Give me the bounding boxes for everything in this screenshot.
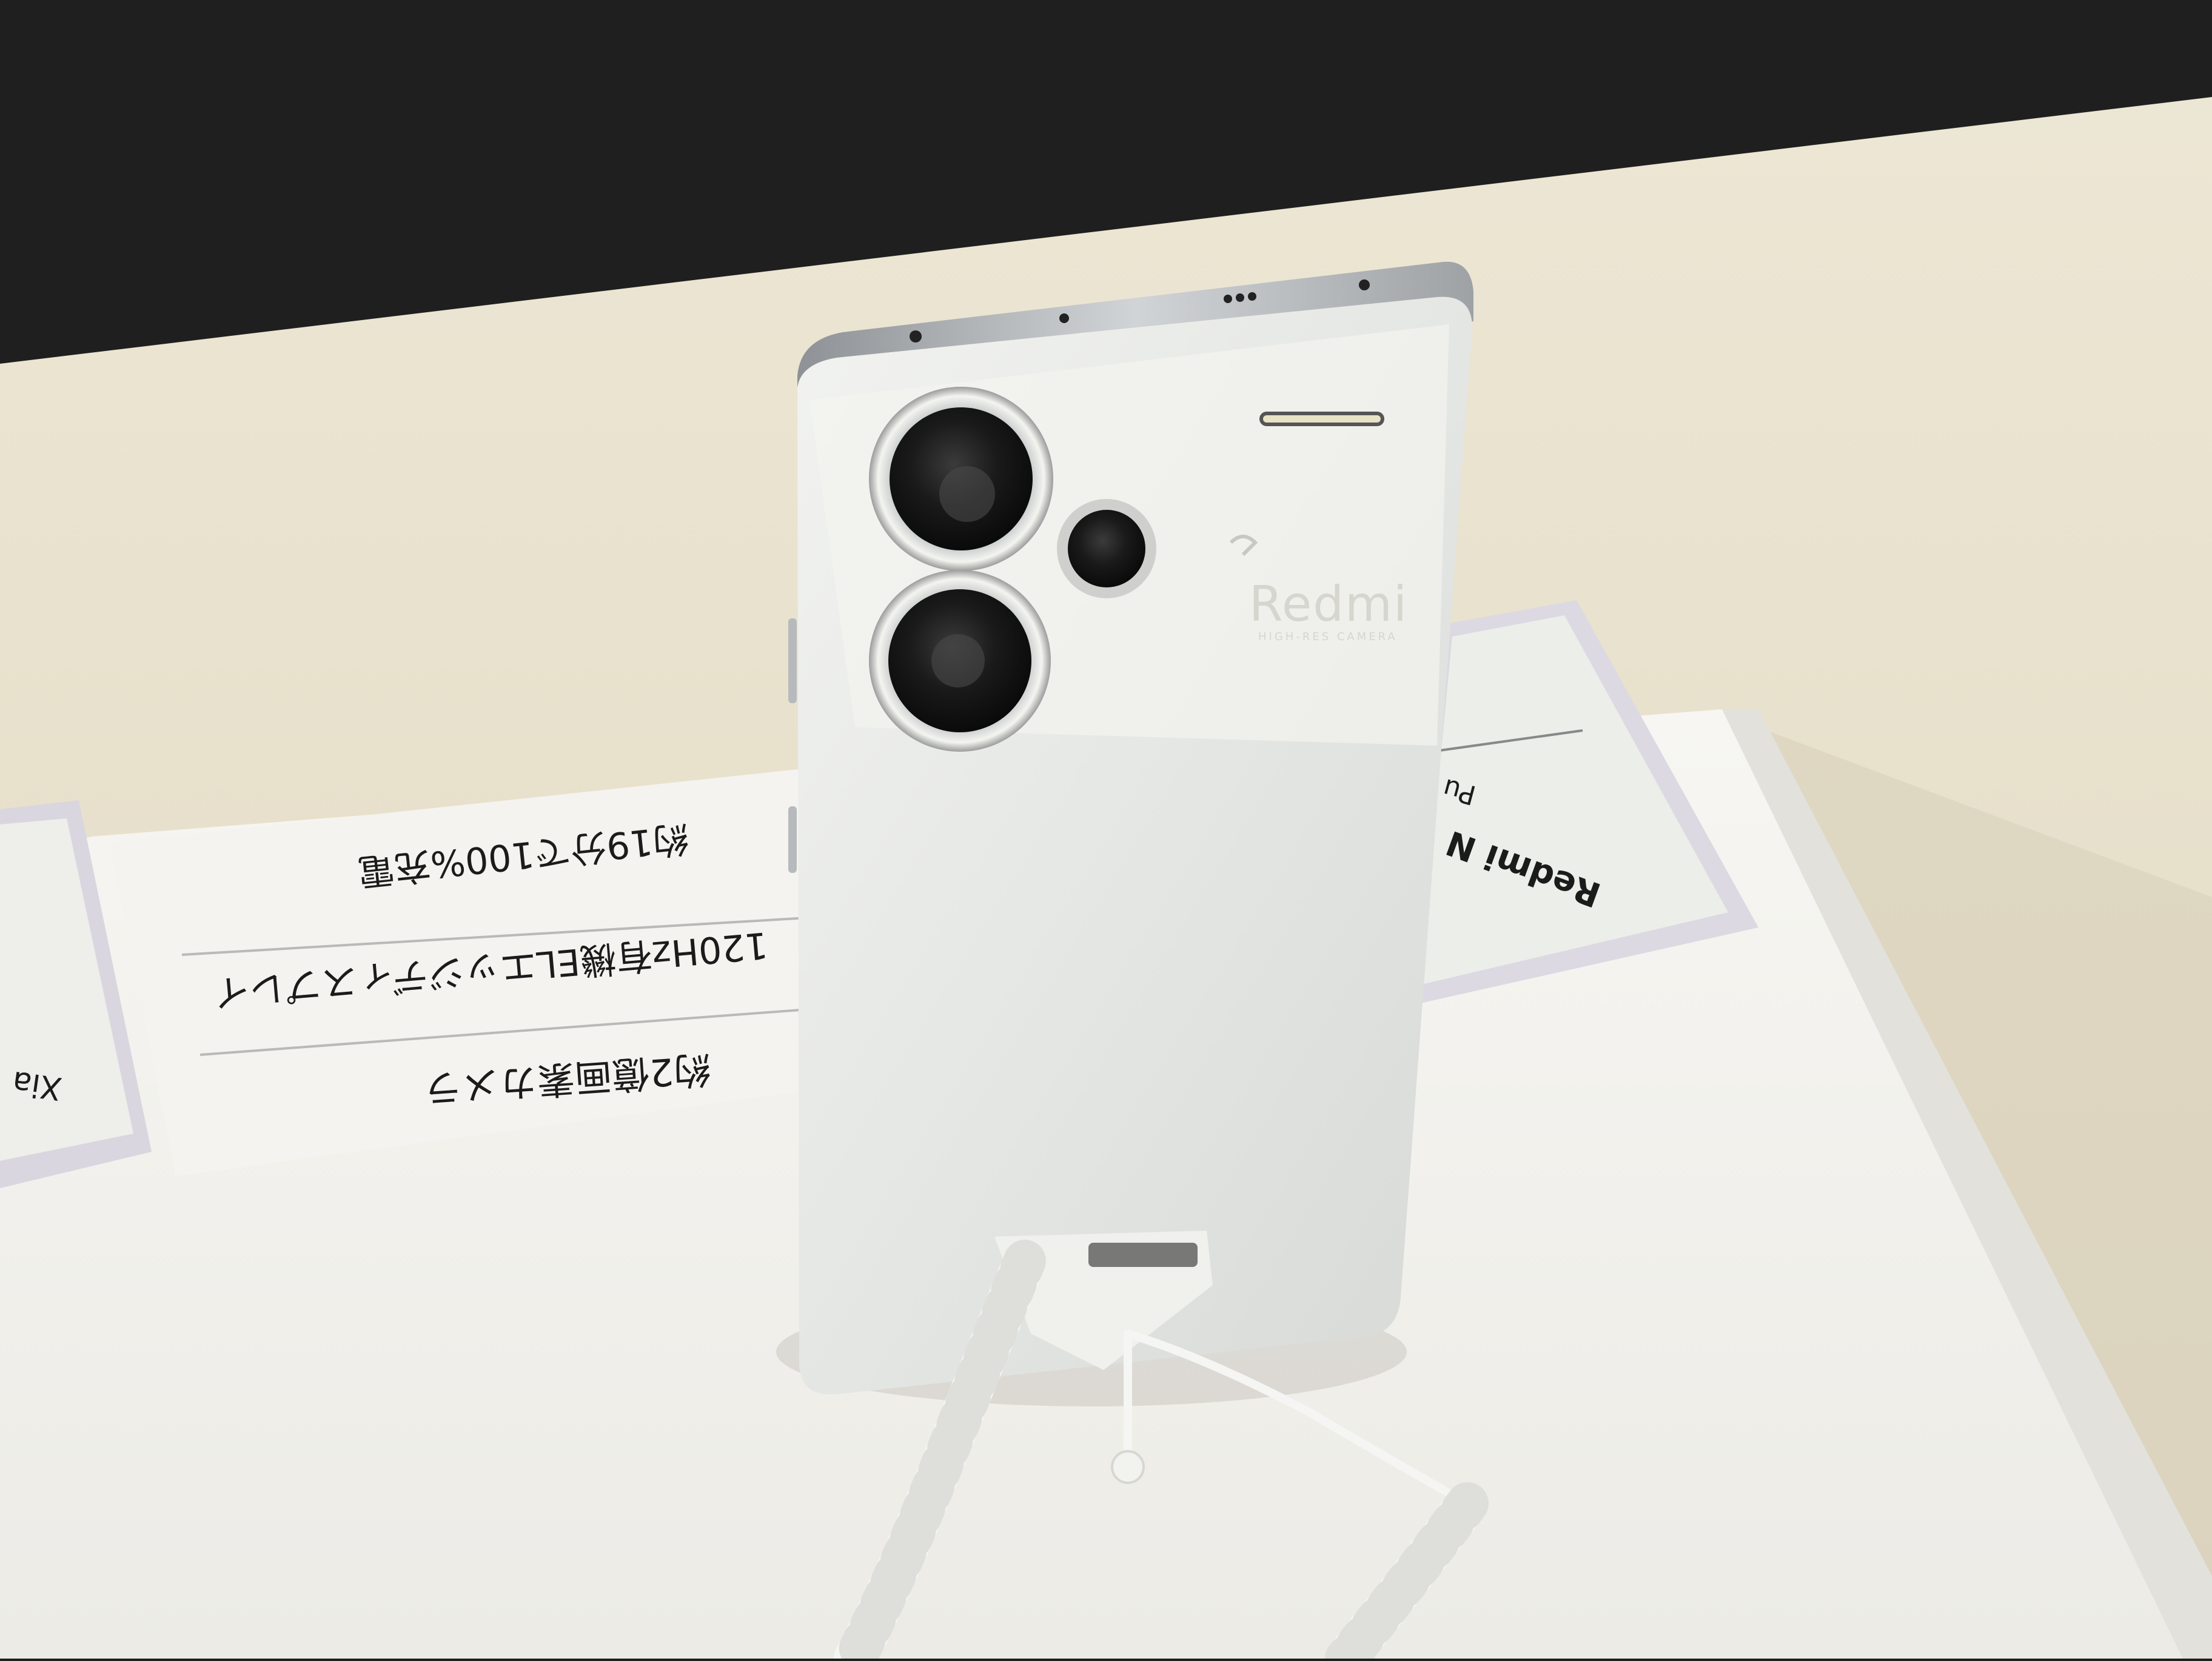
volume-button [788, 618, 797, 703]
third-camera-lens-icon [1068, 510, 1145, 587]
mount-sensor [1088, 1243, 1198, 1267]
mic-hole-icon [910, 330, 922, 343]
phone-brand-logo: Redmi [1249, 576, 1409, 632]
scene-svg [0, 0, 2212, 1661]
speaker-grill-icon [1248, 292, 1256, 301]
photo-scene: 約19分で100%充電 120Hz有機ELエッジディスプレイ 約2億画素カメラ … [0, 0, 2212, 1661]
speaker-grill-icon [1236, 293, 1244, 302]
flash-icon [1259, 412, 1384, 426]
phone-camera-caption: HIGH-RES CAMERA [1258, 630, 1398, 643]
power-button [788, 806, 797, 873]
phone [788, 261, 1473, 1395]
speaker-grill-icon [1224, 295, 1232, 303]
mic-hole-icon [1059, 313, 1069, 323]
ir-blaster-icon [1359, 279, 1370, 290]
left-tag-title: Xia [10, 1063, 64, 1107]
